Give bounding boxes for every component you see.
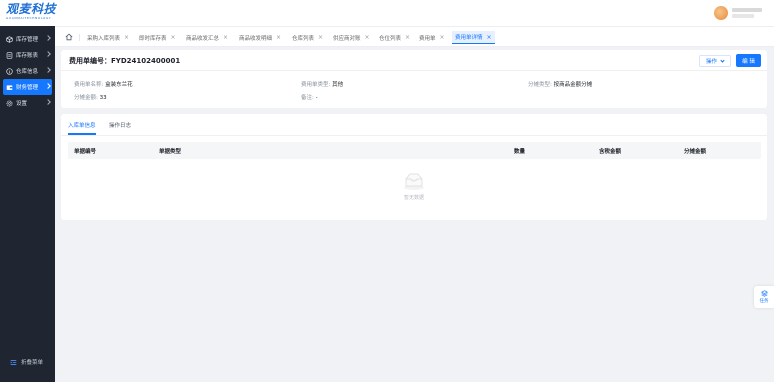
close-icon[interactable]: × — [276, 34, 281, 41]
tab-label: 费用单详情 — [455, 35, 483, 41]
divider — [61, 135, 767, 136]
tab-supplier-recon[interactable]: 供应商对账 × — [333, 31, 370, 44]
tab-warehouse-list[interactable]: 仓库列表 × — [292, 31, 323, 44]
brand-subtitle: GUANMAITECHNOLOGY — [6, 16, 52, 20]
avatar[interactable] — [714, 6, 728, 20]
tab-label: 商品收发汇总 — [186, 35, 220, 42]
tab-inbound-info[interactable]: 入库单信息 — [68, 121, 96, 129]
column-header-quantity: 数量 — [514, 149, 526, 155]
field-note: 备注: - — [301, 93, 318, 101]
close-icon[interactable]: × — [124, 34, 129, 41]
close-icon[interactable]: × — [440, 34, 445, 41]
tab-goods-detail[interactable]: 商品收发明细 × — [239, 31, 281, 44]
tab-label: 商品收发明细 — [239, 35, 273, 42]
operate-label: 操作 — [705, 59, 717, 65]
tab-label: 即时库存表 — [139, 35, 167, 42]
field-allocation-type: 分摊类型: 按商品金额分摊 — [528, 80, 592, 88]
close-icon[interactable]: × — [405, 34, 410, 41]
chevron-right-icon — [45, 99, 51, 105]
tab-label: 费用单 — [419, 35, 436, 42]
close-icon[interactable]: × — [171, 34, 176, 41]
layers-icon — [760, 290, 768, 297]
brand-name: 观麦科技 — [6, 2, 57, 16]
tab-label: 供应商对账 — [333, 35, 361, 42]
chevron-right-icon — [45, 51, 51, 57]
empty-state-text: 暂无数据 — [403, 195, 424, 201]
tab-label: 仓库列表 — [292, 35, 315, 42]
expense-detail-card: 费用单编号：FYD24102400001 操作 编 辑 费用单名称: 盒装东兰花… — [61, 50, 767, 108]
tab-expense-detail[interactable]: 费用单详情 × — [452, 31, 495, 44]
tab-separator — [79, 34, 80, 41]
column-header-tax-amount: 含税金额 — [599, 149, 622, 155]
sidebar-item-label: 仓库信息 — [16, 69, 39, 75]
sidebar-item-label: 库存账表 — [16, 53, 39, 59]
tab-bar: 采购入库列表 × 即时库存表 × 商品收发汇总 × 商品收发明细 × 仓库列表 × 供应商… — [55, 26, 774, 47]
user-info-redacted — [732, 8, 762, 18]
sidebar-item-inventory[interactable]: 库存管理 — [0, 31, 55, 47]
close-icon[interactable]: × — [318, 34, 323, 41]
tab-goods-summary[interactable]: 商品收发汇总 × — [186, 31, 228, 44]
field-label: 费用单名称: — [74, 82, 104, 88]
brand-logo[interactable]: 观麦科技 GUANMAITECHNOLOGY — [6, 3, 66, 23]
inbound-info-card: 入库单信息 操作日志 单据编号 单据类型 数量 含税金额 分摊金额 暂无数据 — [61, 114, 767, 220]
sidebar-item-label: 财务管理 — [16, 85, 39, 91]
field-value: 其他 — [332, 82, 344, 88]
field-expense-name: 费用单名称: 盒装东兰花 — [74, 80, 133, 88]
field-value: 按商品金额分摊 — [553, 82, 593, 88]
column-header-doc-type: 单据类型 — [159, 149, 182, 155]
sidebar-item-ledger[interactable]: 库存账表 — [0, 47, 55, 63]
tab-instant-stock[interactable]: 即时库存表 × — [139, 31, 176, 44]
table-header: 单据编号 单据类型 数量 含税金额 分摊金额 — [68, 142, 761, 159]
chevron-right-icon — [45, 67, 51, 73]
task-label: 任务 — [759, 299, 769, 304]
cube-icon — [6, 35, 13, 43]
info-icon — [6, 67, 13, 75]
field-value: - — [315, 95, 318, 101]
chevron-down-icon — [720, 57, 725, 63]
task-float-button[interactable]: 任务 — [754, 286, 774, 308]
tab-operation-log[interactable]: 操作日志 — [109, 121, 131, 129]
sidebar-item-warehouse[interactable]: 仓库信息 — [0, 63, 55, 79]
divider — [61, 70, 767, 71]
field-value: 33 — [99, 95, 107, 101]
column-header-doc-no: 单据编号 — [74, 149, 97, 155]
collapse-icon — [10, 359, 17, 366]
page-title: 费用单编号：FYD24102400001 — [69, 57, 181, 65]
close-icon[interactable]: × — [487, 34, 492, 41]
collapse-menu-label: 折叠菜单 — [21, 360, 44, 366]
field-allocation-amount: 分摊金额: 33 — [74, 93, 107, 101]
field-label: 费用单类型: — [301, 82, 331, 88]
tab-bin-list[interactable]: 仓位列表 × — [379, 31, 410, 44]
sidebar-item-finance[interactable]: 财务管理 — [3, 79, 52, 95]
tab-expense-list[interactable]: 费用单 × — [419, 31, 445, 44]
collapse-menu-button[interactable]: 折叠菜单 — [10, 358, 43, 366]
close-icon[interactable]: × — [223, 34, 228, 41]
top-header: 观麦科技 GUANMAITECHNOLOGY — [0, 0, 774, 26]
wallet-icon — [6, 84, 13, 91]
tab-label: 仓位列表 — [379, 35, 402, 42]
sidebar-item-label: 设置 — [16, 101, 28, 107]
sidebar: 库存管理 库存账表 仓库信息 财务管理 设置 折叠菜单 — [0, 26, 55, 382]
tab-label: 采购入库列表 — [87, 35, 121, 42]
gear-icon — [6, 100, 13, 107]
ledger-icon — [6, 51, 13, 59]
column-header-allocated-amount: 分摊金额 — [684, 149, 707, 155]
sidebar-item-settings[interactable]: 设置 — [0, 95, 55, 111]
chevron-right-icon — [45, 83, 51, 89]
operate-dropdown-button[interactable]: 操作 — [699, 55, 731, 67]
chevron-right-icon — [45, 35, 51, 41]
sidebar-item-label: 库存管理 — [16, 37, 39, 43]
user-menu[interactable] — [714, 4, 762, 22]
tab-purchase-inbound[interactable]: 采购入库列表 × — [87, 31, 129, 44]
field-label: 分摊类型: — [528, 82, 552, 88]
field-value: 盒装东兰花 — [105, 82, 133, 88]
field-expense-type: 费用单类型: 其他 — [301, 80, 343, 88]
field-label: 分摊金额: — [74, 95, 98, 101]
edit-button[interactable]: 编 辑 — [736, 54, 761, 67]
home-icon[interactable] — [65, 33, 73, 41]
empty-box-icon — [402, 171, 426, 191]
field-label: 备注: — [301, 95, 314, 101]
close-icon[interactable]: × — [365, 34, 370, 41]
